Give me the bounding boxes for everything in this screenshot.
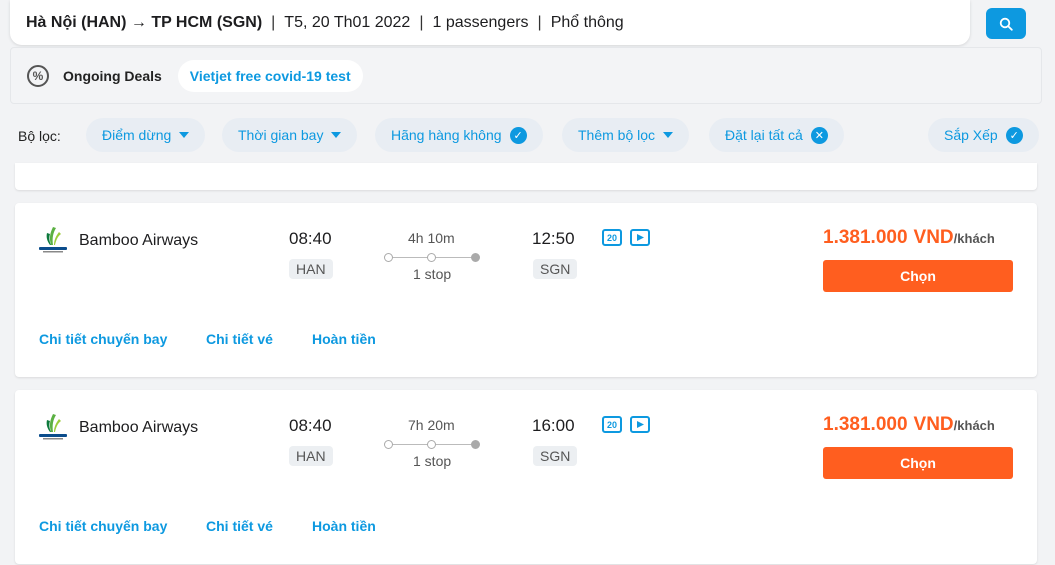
airline-name: Bamboo Airways <box>79 232 199 249</box>
play-icon <box>637 234 644 241</box>
stops-timeline <box>384 253 480 263</box>
departure-code: HAN <box>289 259 333 279</box>
deal-chip[interactable]: Vietjet free covid-19 test <box>177 59 363 92</box>
search-button[interactable] <box>986 8 1026 39</box>
filter-airlines-label: Hãng hàng không <box>391 127 502 143</box>
ticket-details-link[interactable]: Chi tiết vé <box>206 331 273 347</box>
filter-title: Bộ lọc: <box>18 128 61 144</box>
stops-count: 1 stop <box>413 453 452 469</box>
filter-stops-label: Điểm dừng <box>102 127 172 143</box>
price-unit: /khách <box>953 418 995 433</box>
deals-panel: % Ongoing Deals Vietjet free covid-19 te… <box>10 47 1042 104</box>
check-icon: ✓ <box>509 126 527 144</box>
filter-more-label: Thêm bộ lọc <box>578 127 656 143</box>
filter-reset-label: Đặt lại tất cả <box>725 127 803 143</box>
check-icon: ✓ <box>1005 126 1023 144</box>
filter-airlines-chip[interactable]: Hãng hàng không ✓ <box>375 118 543 152</box>
baggage-icon[interactable]: 20 <box>602 416 622 433</box>
departure-time: 08:40 <box>289 229 332 248</box>
filter-flight-time-chip[interactable]: Thời gian bay <box>222 118 358 152</box>
price-amount: 1.381.000 <box>823 227 908 248</box>
baggage-icon[interactable]: 20 <box>602 229 622 246</box>
arrival-time: 16:00 <box>532 416 575 435</box>
passengers-text: 1 passengers <box>432 13 529 31</box>
stops-timeline <box>384 440 480 450</box>
filter-more-chip[interactable]: Thêm bộ lọc <box>562 118 690 152</box>
sort-chip[interactable]: Sắp Xếp ✓ <box>928 118 1039 152</box>
play-icon <box>637 421 644 428</box>
flight-duration: 7h 20m <box>408 417 455 433</box>
date-text: T5, 20 Th01 2022 <box>284 13 411 31</box>
close-icon: ✕ <box>810 126 828 144</box>
flight-card[interactable]: Bamboo Airways 08:40 HAN 7h 20m 1 stop 1… <box>15 390 1037 564</box>
price: 1.381.000 VND/khách <box>823 227 995 249</box>
arrival-code: SGN <box>533 259 578 279</box>
flight-details-link[interactable]: Chi tiết chuyến bay <box>39 331 167 347</box>
flight-card-partial <box>15 163 1037 190</box>
select-flight-button[interactable]: Chọn <box>823 447 1013 479</box>
separator: | <box>271 13 276 31</box>
departure-time: 08:40 <box>289 416 332 435</box>
refund-link[interactable]: Hoàn tiền <box>312 518 376 534</box>
departure-code: HAN <box>289 446 333 466</box>
filter-row: Bộ lọc: Điểm dừng Thời gian bay Hãng hàn… <box>0 106 1055 163</box>
baggage-allowance: 20 <box>606 419 617 430</box>
sort-label: Sắp Xếp <box>944 127 998 143</box>
percent-icon: % <box>27 64 49 87</box>
price-currency: VND <box>913 227 954 248</box>
separator: | <box>419 13 424 31</box>
refund-link[interactable]: Hoàn tiền <box>312 331 376 347</box>
price-currency: VND <box>913 414 954 435</box>
flight-duration: 4h 10m <box>408 230 455 246</box>
deals-label: Ongoing Deals <box>63 67 162 84</box>
stops-count: 1 stop <box>413 266 452 282</box>
bamboo-airways-logo <box>39 414 67 440</box>
filter-stops-chip[interactable]: Điểm dừng <box>86 118 206 152</box>
filter-flight-time-label: Thời gian bay <box>238 127 324 143</box>
entertainment-icon[interactable] <box>630 416 650 433</box>
entertainment-icon[interactable] <box>630 229 650 246</box>
caret-down-icon <box>331 132 342 138</box>
search-icon <box>999 17 1013 31</box>
caret-down-icon <box>663 132 674 138</box>
flight-details-link[interactable]: Chi tiết chuyến bay <box>39 518 167 534</box>
price-amount: 1.381.000 <box>823 414 908 435</box>
airline-name: Bamboo Airways <box>79 419 199 436</box>
arrival-time: 12:50 <box>532 229 575 248</box>
separator: | <box>537 13 542 31</box>
ticket-details-link[interactable]: Chi tiết vé <box>206 518 273 534</box>
price: 1.381.000 VND/khách <box>823 414 995 436</box>
baggage-allowance: 20 <box>606 232 617 243</box>
price-unit: /khách <box>953 231 995 246</box>
select-flight-button[interactable]: Chọn <box>823 260 1013 292</box>
route-text: Hà Nội (HAN) → TP HCM (SGN) <box>26 13 263 31</box>
caret-down-icon <box>179 132 190 138</box>
bamboo-airways-logo <box>39 227 67 253</box>
arrival-code: SGN <box>533 446 578 466</box>
cabin-text: Phổ thông <box>550 13 624 31</box>
search-summary-bar[interactable]: Hà Nội (HAN) → TP HCM (SGN) | T5, 20 Th0… <box>10 0 970 45</box>
flight-card[interactable]: Bamboo Airways 08:40 HAN 4h 10m 1 stop 1… <box>15 203 1037 377</box>
filter-reset-chip[interactable]: Đặt lại tất cả ✕ <box>709 118 844 152</box>
